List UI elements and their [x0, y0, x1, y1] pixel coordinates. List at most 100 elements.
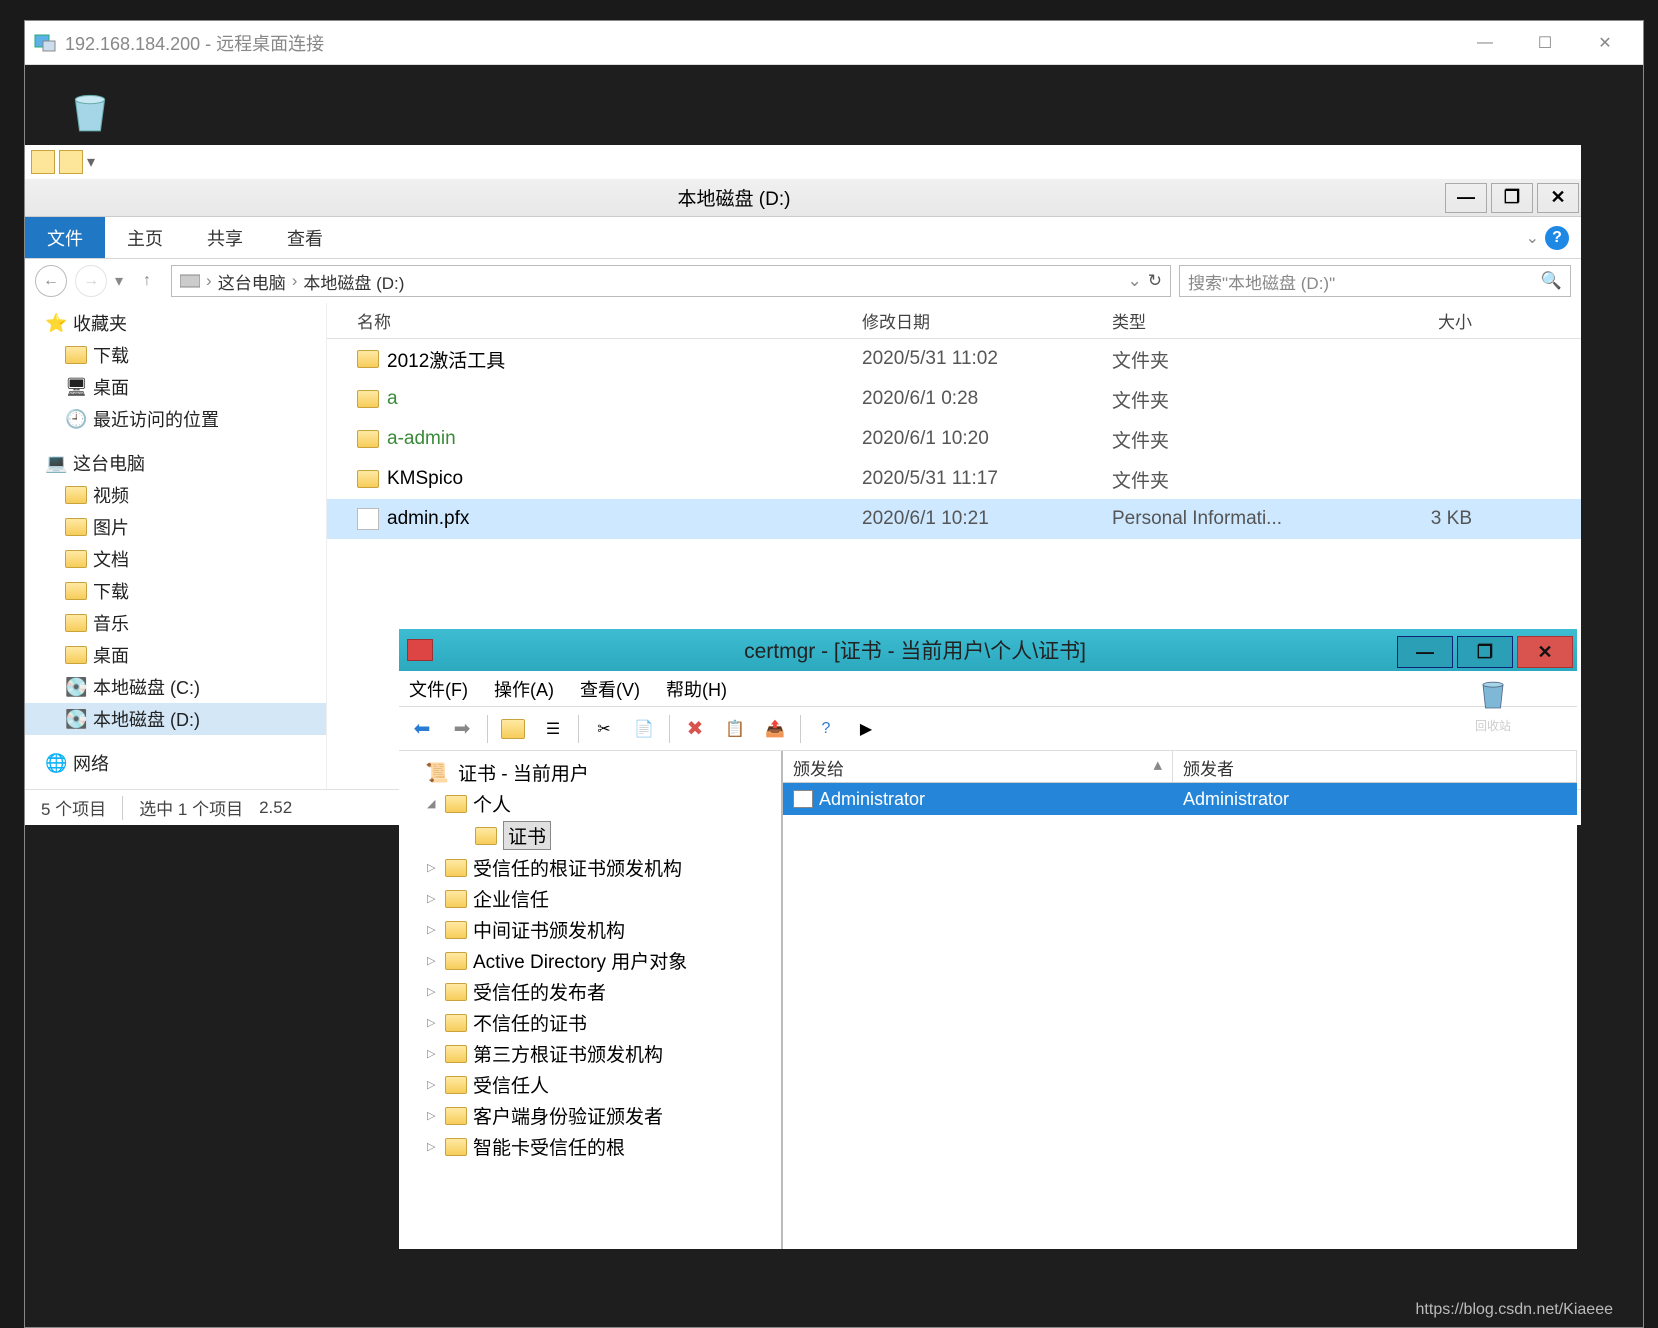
tree-item[interactable]: ▷受信任的根证书颁发机构 — [399, 852, 781, 883]
tree-item[interactable]: ▷智能卡受信任的根 — [399, 1131, 781, 1162]
certmgr-titlebar[interactable]: certmgr - [证书 - 当前用户\个人\证书] — ❐ ✕ — [399, 629, 1577, 671]
sidebar-item-downloads[interactable]: 下载 — [25, 339, 326, 371]
close-button[interactable]: ✕ — [1575, 21, 1635, 65]
tree-item[interactable]: ▷中间证书颁发机构 — [399, 914, 781, 945]
action-icon[interactable]: ▶ — [851, 714, 881, 744]
export-icon[interactable]: 📤 — [760, 714, 790, 744]
folder-properties-icon[interactable] — [31, 150, 55, 174]
address-dropdown-icon[interactable]: ⌄ — [1128, 271, 1142, 291]
column-headers[interactable]: 名称 修改日期 类型 大小 — [327, 303, 1581, 339]
recycle-bin-desktop[interactable] — [65, 85, 135, 135]
menu-action[interactable]: 操作(A) — [494, 676, 554, 702]
back-button[interactable]: ← — [35, 265, 67, 297]
minimize-button[interactable]: — — [1455, 21, 1515, 65]
sidebar-this-pc[interactable]: 💻这台电脑 — [25, 447, 326, 479]
watermark: https://blog.csdn.net/Kiaeee — [1416, 1301, 1613, 1319]
folder-icon[interactable] — [59, 150, 83, 174]
file-row[interactable]: 2012激活工具2020/5/31 11:02文件夹 — [327, 339, 1581, 379]
folder-icon — [65, 518, 87, 536]
folder-icon — [445, 1076, 467, 1094]
col-issuer[interactable]: 颁发者 — [1173, 751, 1577, 782]
sidebar-item-downloads2[interactable]: 下载 — [25, 575, 326, 607]
close-button[interactable]: ✕ — [1537, 183, 1579, 213]
sidebar-item-recent[interactable]: 🕘最近访问的位置 — [25, 403, 326, 435]
search-input[interactable]: 搜索"本地磁盘 (D:)" 🔍 — [1179, 265, 1571, 297]
tab-file[interactable]: 文件 — [25, 217, 105, 258]
show-hide-tree-icon[interactable]: ☰ — [538, 714, 568, 744]
desktop-icon: 🖥 — [65, 377, 87, 397]
sidebar-item-documents[interactable]: 文档 — [25, 543, 326, 575]
open-folder-icon[interactable] — [498, 714, 528, 744]
menu-file[interactable]: 文件(F) — [409, 676, 468, 702]
sidebar-item-drive-c[interactable]: 💽本地磁盘 (C:) — [25, 671, 326, 703]
cert-row[interactable]: AdministratorAdministrator — [783, 783, 1577, 815]
delete-icon[interactable]: ✖ — [680, 714, 710, 744]
explorer-titlebar[interactable]: 本地磁盘 (D:) — ❐ ✕ — [25, 179, 1581, 217]
qa-dropdown-icon[interactable]: ▾ — [87, 152, 95, 172]
sidebar: ⭐收藏夹 下载 🖥桌面 🕘最近访问的位置 💻这台电脑 视频 图片 文档 下载 音… — [25, 303, 327, 789]
sidebar-item-videos[interactable]: 视频 — [25, 479, 326, 511]
tree-item[interactable]: ▷不信任的证书 — [399, 1007, 781, 1038]
tree-item[interactable]: ▷Active Directory 用户对象 — [399, 945, 781, 976]
file-row[interactable]: KMSpico2020/5/31 11:17文件夹 — [327, 459, 1581, 499]
copy-icon[interactable]: 📄 — [629, 714, 659, 744]
maximize-button[interactable]: ❐ — [1491, 183, 1533, 213]
search-icon[interactable]: 🔍 — [1541, 271, 1562, 291]
sidebar-network[interactable]: 🌐网络 — [25, 747, 326, 779]
tab-share[interactable]: 共享 — [185, 217, 265, 258]
tab-view[interactable]: 查看 — [265, 217, 345, 258]
tree-certificates[interactable]: 证书 — [399, 819, 781, 852]
address-bar[interactable]: › 这台电脑 › 本地磁盘 (D:) ⌄ ↻ — [171, 265, 1171, 297]
sidebar-item-desktop2[interactable]: 桌面 — [25, 639, 326, 671]
properties-icon[interactable]: 📋 — [720, 714, 750, 744]
folder-icon — [445, 1045, 467, 1063]
sidebar-item-music[interactable]: 音乐 — [25, 607, 326, 639]
drive-icon: 💽 — [65, 677, 87, 697]
file-row[interactable]: a2020/6/1 0:28文件夹 — [327, 379, 1581, 419]
tree-item[interactable]: ▷受信任的发布者 — [399, 976, 781, 1007]
tab-home[interactable]: 主页 — [105, 217, 185, 258]
col-type[interactable]: 类型 — [1112, 308, 1362, 333]
up-button[interactable]: ↑ — [131, 265, 163, 297]
certmgr-menubar: 文件(F) 操作(A) 查看(V) 帮助(H) — [399, 671, 1577, 707]
col-issued-to[interactable]: 颁发给▴ — [783, 751, 1173, 782]
minimize-button[interactable]: — — [1397, 636, 1453, 668]
file-row[interactable]: a-admin2020/6/1 10:20文件夹 — [327, 419, 1581, 459]
sidebar-favorites[interactable]: ⭐收藏夹 — [25, 307, 326, 339]
col-date[interactable]: 修改日期 — [862, 308, 1112, 333]
tree-item[interactable]: ▷受信任人 — [399, 1069, 781, 1100]
help-icon[interactable]: ? — [1545, 226, 1569, 250]
tree-item[interactable]: ▷企业信任 — [399, 883, 781, 914]
chevron-down-icon[interactable]: ⌄ — [1526, 228, 1539, 248]
back-icon[interactable]: ⬅ — [407, 714, 437, 744]
refresh-icon[interactable]: ↻ — [1148, 271, 1162, 291]
rdp-titlebar[interactable]: 192.168.184.200 - 远程桌面连接 — ☐ ✕ — [25, 21, 1643, 65]
forward-icon[interactable]: ➡ — [447, 714, 477, 744]
tree-root[interactable]: 📜 证书 - 当前用户 — [399, 757, 781, 788]
recycle-bin-remote2[interactable]: 回收站 — [1463, 673, 1523, 734]
forward-button[interactable]: → — [75, 265, 107, 297]
folder-icon — [445, 983, 467, 1001]
maximize-button[interactable]: ☐ — [1515, 21, 1575, 65]
maximize-button[interactable]: ❐ — [1457, 636, 1513, 668]
menu-help[interactable]: 帮助(H) — [666, 676, 727, 702]
close-button[interactable]: ✕ — [1517, 636, 1573, 668]
status-items: 5 个项目 — [41, 795, 106, 820]
file-row[interactable]: admin.pfx2020/6/1 10:21Personal Informat… — [327, 499, 1581, 539]
recent-dropdown-icon[interactable]: ▾ — [115, 271, 123, 291]
breadcrumb-pc[interactable]: 这台电脑 — [218, 269, 286, 294]
tree-item[interactable]: ▷客户端身份验证颁发者 — [399, 1100, 781, 1131]
tree-item[interactable]: ▷第三方根证书颁发机构 — [399, 1038, 781, 1069]
breadcrumb-drive[interactable]: 本地磁盘 (D:) — [303, 269, 404, 294]
col-name[interactable]: 名称 — [357, 308, 862, 333]
sidebar-item-drive-d[interactable]: 💽本地磁盘 (D:) — [25, 703, 326, 735]
folder-icon — [445, 1107, 467, 1125]
menu-view[interactable]: 查看(V) — [580, 676, 640, 702]
help-icon[interactable]: ? — [811, 714, 841, 744]
col-size[interactable]: 大小 — [1362, 308, 1492, 333]
cut-icon[interactable]: ✂ — [589, 714, 619, 744]
minimize-button[interactable]: — — [1445, 183, 1487, 213]
sidebar-item-pictures[interactable]: 图片 — [25, 511, 326, 543]
tree-personal[interactable]: ◢个人 — [399, 788, 781, 819]
sidebar-item-desktop[interactable]: 🖥桌面 — [25, 371, 326, 403]
